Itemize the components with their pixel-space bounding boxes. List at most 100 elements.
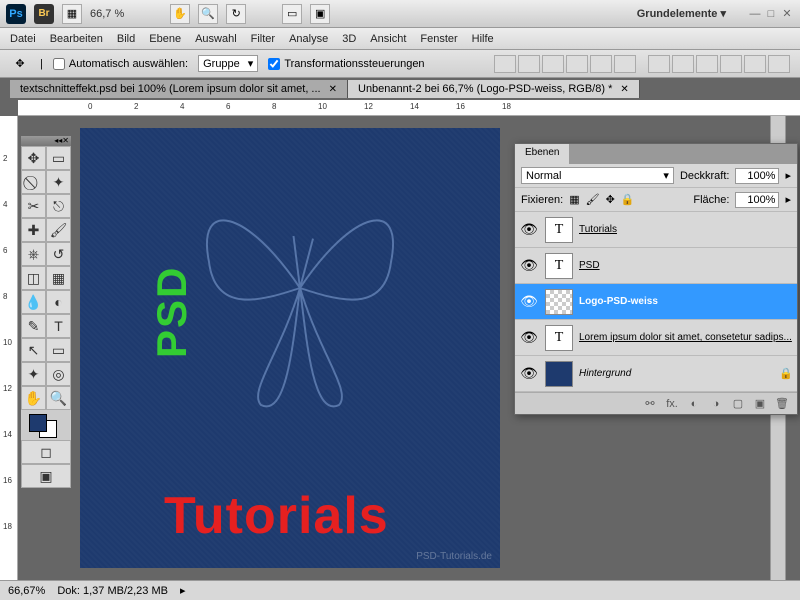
layer-thumb[interactable]: T xyxy=(545,217,573,243)
gradient-tool[interactable]: ▦ xyxy=(46,266,71,290)
align-btn[interactable] xyxy=(518,55,540,73)
close-button[interactable]: ✕ xyxy=(780,7,794,21)
menu-auswahl[interactable]: Auswahl xyxy=(195,33,237,45)
crop-tool[interactable]: ✂ xyxy=(21,194,46,218)
layer-thumb[interactable] xyxy=(545,361,573,387)
layer-thumb[interactable]: T xyxy=(545,325,573,351)
layer-name[interactable]: PSD xyxy=(579,260,600,271)
distribute-btn[interactable] xyxy=(696,55,718,73)
group-icon[interactable]: ▢ xyxy=(729,396,747,412)
distribute-btn[interactable] xyxy=(648,55,670,73)
menu-datei[interactable]: Datei xyxy=(10,33,36,45)
opacity-input[interactable]: 100% xyxy=(735,168,779,184)
visibility-icon[interactable]: 👁 xyxy=(519,257,539,274)
distribute-btn[interactable] xyxy=(720,55,742,73)
bridge-icon[interactable]: Br xyxy=(34,4,54,24)
lock-all-icon[interactable]: 🔒 xyxy=(621,193,635,206)
layer-thumb[interactable] xyxy=(545,289,573,315)
workspace-dropdown[interactable]: Grundelemente ▾ xyxy=(631,5,732,22)
trash-icon[interactable]: 🗑 xyxy=(773,396,791,412)
hand-tool-icon[interactable]: ✋ xyxy=(170,4,190,24)
eraser-tool[interactable]: ◫ xyxy=(21,266,46,290)
canvas[interactable]: PSD Tutorials PSD-Tutorials.de xyxy=(80,128,500,568)
rotate-view-icon[interactable]: ↻ xyxy=(226,4,246,24)
layer-row[interactable]: 👁 Hintergrund 🔒 xyxy=(515,356,797,392)
transform-controls-checkbox[interactable]: Transformationssteuerungen xyxy=(268,58,424,70)
align-btn[interactable] xyxy=(590,55,612,73)
menu-ansicht[interactable]: Ansicht xyxy=(370,33,406,45)
fx-icon[interactable]: fx. xyxy=(663,396,681,412)
distribute-btn[interactable] xyxy=(672,55,694,73)
dodge-tool[interactable]: ◐ xyxy=(46,290,71,314)
new-layer-icon[interactable]: ▣ xyxy=(751,396,769,412)
distribute-btn[interactable] xyxy=(744,55,766,73)
stamp-tool[interactable]: ⎈ xyxy=(21,242,46,266)
arrange-icon[interactable]: ▭ xyxy=(282,4,302,24)
path-tool[interactable]: ↖ xyxy=(21,338,46,362)
hand-tool[interactable]: ✋ xyxy=(21,386,46,410)
lock-pixels-icon[interactable]: 🖌 xyxy=(586,193,600,206)
menu-3d[interactable]: 3D xyxy=(342,33,356,45)
close-icon[interactable]: ✕ xyxy=(620,84,628,95)
chevron-right-icon[interactable]: ▸ xyxy=(785,193,791,206)
layer-thumb[interactable]: T xyxy=(545,253,573,279)
blend-mode-dropdown[interactable]: Normal▾ xyxy=(521,167,674,184)
auto-select-dropdown[interactable]: Gruppe▾ xyxy=(198,55,258,72)
menu-bearbeiten[interactable]: Bearbeiten xyxy=(50,33,103,45)
3d-tool[interactable]: ✦ xyxy=(21,362,46,386)
zoom-tool[interactable]: 🔍 xyxy=(46,386,71,410)
fill-input[interactable]: 100% xyxy=(735,192,779,208)
wand-tool[interactable]: ✦ xyxy=(46,170,71,194)
lock-position-icon[interactable]: ✥ xyxy=(606,193,615,206)
visibility-icon[interactable]: 👁 xyxy=(519,221,539,238)
heal-tool[interactable]: ✚ xyxy=(21,218,46,242)
screenmode-toggle[interactable]: ▣ xyxy=(21,464,71,488)
status-doc[interactable]: Dok: 1,37 MB/2,23 MB xyxy=(57,585,168,597)
visibility-icon[interactable]: 👁 xyxy=(519,365,539,382)
zoom-level[interactable]: 66,7 % xyxy=(90,8,124,20)
layer-name[interactable]: Logo-PSD-weiss xyxy=(579,296,658,307)
marquee-tool[interactable]: ▭ xyxy=(46,146,71,170)
layer-name[interactable]: Lorem ipsum dolor sit amet, consetetur s… xyxy=(579,332,792,343)
zoom-tool-icon[interactable]: 🔍 xyxy=(198,4,218,24)
shape-tool[interactable]: ▭ xyxy=(46,338,71,362)
distribute-btn[interactable] xyxy=(768,55,790,73)
doc-tab[interactable]: textschnitteffekt.psd bei 100% (Lorem ip… xyxy=(10,80,348,98)
layers-tab[interactable]: Ebenen xyxy=(515,144,570,164)
align-btn[interactable] xyxy=(566,55,588,73)
lasso-tool[interactable]: ⃠ xyxy=(21,170,46,194)
menu-hilfe[interactable]: Hilfe xyxy=(472,33,494,45)
close-icon[interactable]: ✕ xyxy=(62,136,69,146)
layer-name[interactable]: Hintergrund xyxy=(579,368,631,379)
align-btn[interactable] xyxy=(494,55,516,73)
maximize-button[interactable]: □ xyxy=(764,7,778,21)
blur-tool[interactable]: 💧 xyxy=(21,290,46,314)
mask-icon[interactable]: ◐ xyxy=(685,396,703,412)
move-tool[interactable]: ✥ xyxy=(21,146,46,170)
layer-row[interactable]: 👁 T Tutorials xyxy=(515,212,797,248)
menu-filter[interactable]: Filter xyxy=(251,33,275,45)
chevron-right-icon[interactable]: ▸ xyxy=(180,584,186,597)
auto-select-checkbox[interactable]: Automatisch auswählen: xyxy=(53,58,188,70)
menu-analyse[interactable]: Analyse xyxy=(289,33,328,45)
layer-row-selected[interactable]: 👁 Logo-PSD-weiss xyxy=(515,284,797,320)
menu-fenster[interactable]: Fenster xyxy=(420,33,457,45)
doc-tab-active[interactable]: Unbenannt-2 bei 66,7% (Logo-PSD-weiss, R… xyxy=(348,80,640,98)
align-btn[interactable] xyxy=(614,55,636,73)
menu-ebene[interactable]: Ebene xyxy=(149,33,181,45)
layer-row[interactable]: 👁 T Lorem ipsum dolor sit amet, consetet… xyxy=(515,320,797,356)
foreground-swatch[interactable] xyxy=(29,414,47,432)
eyedropper-tool[interactable]: ⎋ xyxy=(46,194,71,218)
visibility-icon[interactable]: 👁 xyxy=(519,293,539,310)
close-icon[interactable]: ✕ xyxy=(329,84,337,95)
color-swatches[interactable] xyxy=(21,410,71,440)
visibility-icon[interactable]: 👁 xyxy=(519,329,539,346)
3d-camera-tool[interactable]: ◎ xyxy=(46,362,71,386)
history-brush-tool[interactable]: ↺ xyxy=(46,242,71,266)
photoshop-icon[interactable]: Ps xyxy=(6,4,26,24)
chevron-right-icon[interactable]: ▸ xyxy=(785,169,791,182)
link-layers-icon[interactable]: ⚯ xyxy=(641,396,659,412)
history-toggle-icon[interactable]: ▦ xyxy=(62,4,82,24)
align-btn[interactable] xyxy=(542,55,564,73)
status-zoom[interactable]: 66,67% xyxy=(8,585,45,597)
